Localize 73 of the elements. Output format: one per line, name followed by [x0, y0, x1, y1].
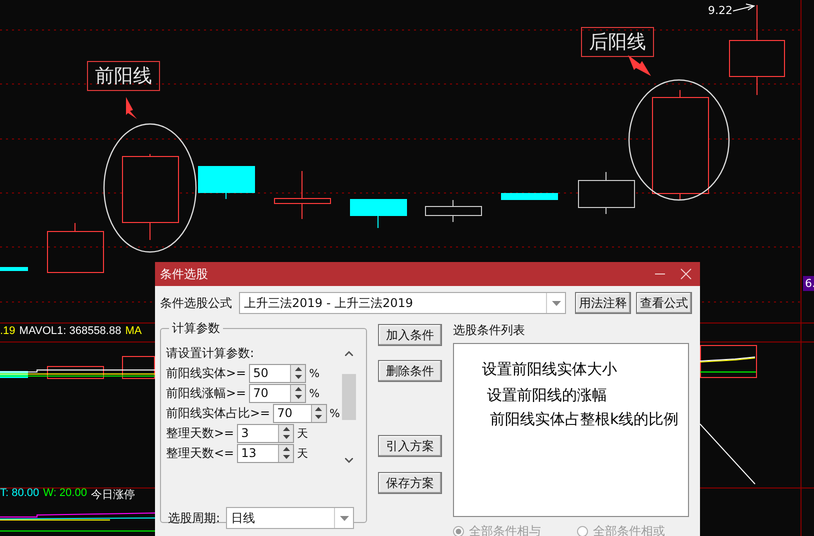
- caret-icon: [552, 300, 560, 306]
- spin-up-icon[interactable]: [315, 406, 322, 411]
- indicator-value: MA: [125, 325, 142, 337]
- unit-label: 天: [297, 446, 308, 460]
- list-title: 选股条件列表: [453, 322, 526, 339]
- candlestick: [0, 267, 28, 271]
- parameter-label: 前阳线实体占比>=: [166, 404, 270, 422]
- spin-up-icon[interactable]: [294, 386, 302, 391]
- indicator-value: .19: [0, 325, 16, 337]
- callout-text: 设置前阳线实体大小: [482, 360, 617, 379]
- parameter-label: 整理天数>=: [166, 424, 234, 442]
- unit-label: %: [309, 366, 320, 380]
- candlestick: [198, 166, 255, 200]
- chevron-up-icon[interactable]: [345, 351, 353, 356]
- pointer-arrow: [628, 55, 651, 76]
- spin-down-icon[interactable]: [315, 415, 322, 420]
- spin-up-icon[interactable]: [282, 426, 290, 431]
- formula-label: 条件选股公式: [160, 294, 232, 312]
- number-field[interactable]: 50: [249, 364, 306, 382]
- dialog-button[interactable]: 查看公式: [636, 292, 692, 314]
- formula-dropdown[interactable]: 上升三法2019 - 上升三法2019: [239, 292, 566, 314]
- callout-text: 设置前阳线的涨幅: [487, 386, 607, 405]
- volume-bar: [700, 345, 757, 378]
- indicator-value: T: 80.00: [0, 487, 40, 501]
- condition-list[interactable]: [453, 343, 689, 517]
- group-title: 计算参数: [169, 320, 223, 337]
- candlestick: [425, 200, 482, 222]
- chevron-down-icon[interactable]: [345, 458, 353, 463]
- dialog-button[interactable]: 删除条件: [378, 360, 442, 382]
- unit-label: %: [309, 386, 320, 400]
- volume-bar: [47, 366, 104, 379]
- candlestick: [501, 193, 558, 200]
- dialog-button[interactable]: 用法注释: [575, 292, 631, 314]
- candlestick: [47, 222, 104, 273]
- price-label: 9.22: [708, 4, 732, 17]
- annotation-label: 后阳线: [581, 27, 654, 57]
- parameter-label: 前阳线涨幅>=: [166, 384, 246, 402]
- callout-text: 前阳线实体占整根k线的比例: [490, 410, 679, 429]
- price-arrow: [732, 4, 756, 12]
- annotation-label: 前阳线: [87, 61, 160, 91]
- dialog-button[interactable]: 引入方案: [378, 435, 442, 457]
- trend-line: [700, 424, 756, 484]
- number-field[interactable]: 70: [273, 404, 327, 422]
- dialog-button[interactable]: 加入条件: [378, 324, 442, 346]
- volume-bar: [122, 356, 155, 379]
- caret-icon: [340, 516, 349, 520]
- spin-down-icon[interactable]: [294, 375, 302, 380]
- parameter-label: 整理天数<=: [166, 444, 234, 462]
- indicator-value: MAVOL1: 368558.88: [19, 325, 122, 337]
- unit-label: 天: [297, 426, 308, 440]
- period-dropdown[interactable]: 日线: [226, 507, 354, 529]
- params-hint: 请设置计算参数:: [166, 345, 256, 362]
- spin-down-icon[interactable]: [282, 435, 290, 440]
- parameter-label: 前阳线实体>=: [166, 364, 246, 382]
- number-field[interactable]: 3: [237, 424, 294, 442]
- spin-up-icon[interactable]: [294, 366, 302, 371]
- pointer-arrow: [126, 97, 137, 119]
- candlestick: [274, 170, 331, 220]
- spin-down-icon[interactable]: [294, 395, 302, 400]
- indicator-value: 今日涨停: [90, 488, 135, 502]
- indicator-value: W: 20.00: [43, 487, 87, 501]
- unit-label: %: [330, 406, 340, 420]
- axis-price-label: 6.: [803, 276, 814, 291]
- candlestick: [578, 172, 635, 214]
- spin-down-icon[interactable]: [282, 455, 290, 460]
- dialog-button[interactable]: 保存方案: [378, 472, 442, 494]
- number-field[interactable]: 70: [249, 384, 306, 402]
- close-icon[interactable]: [680, 268, 692, 280]
- window-title: 条件选股: [160, 266, 209, 282]
- number-field[interactable]: 13: [237, 444, 294, 462]
- candlestick: [350, 199, 407, 228]
- spin-up-icon[interactable]: [282, 446, 290, 451]
- period-label: 选股周期:: [168, 510, 220, 526]
